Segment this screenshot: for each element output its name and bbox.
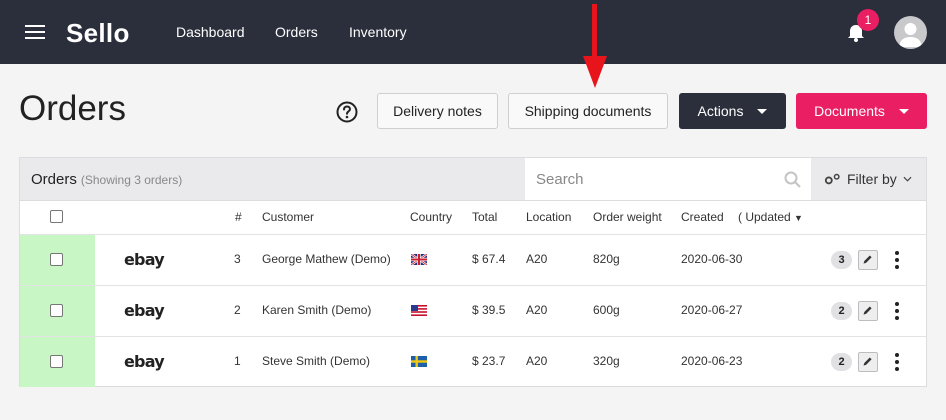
order-total: $ 23.7 — [472, 354, 506, 368]
ebay-logo: ebay — [124, 250, 165, 269]
order-location: A20 — [526, 354, 548, 368]
more-options-icon[interactable] — [895, 301, 899, 321]
orders-panel: Orders(Showing 3 orders) Filter by # Cus… — [19, 157, 927, 387]
nav-orders[interactable]: Orders — [275, 24, 318, 40]
caret-down-icon — [757, 108, 768, 114]
select-all-checkbox[interactable] — [50, 210, 63, 223]
edit-button[interactable] — [858, 250, 878, 270]
pencil-icon — [863, 357, 872, 366]
filter-by-button[interactable]: Filter by — [824, 171, 912, 187]
ebay-logo: ebay — [124, 352, 165, 371]
row-checkbox[interactable] — [50, 304, 63, 317]
column-number[interactable]: # — [235, 210, 242, 224]
order-number: 1 — [234, 354, 241, 368]
gb-flag-icon — [411, 254, 427, 265]
search-icon[interactable] — [784, 171, 801, 188]
column-location[interactable]: Location — [526, 210, 571, 224]
ebay-logo: ebay — [124, 301, 165, 320]
documents-button[interactable]: Documents — [796, 93, 927, 129]
column-total[interactable]: Total — [472, 210, 497, 224]
user-icon — [899, 23, 922, 47]
order-weight: 600g — [593, 303, 620, 317]
notification-badge: 1 — [857, 9, 879, 31]
item-count-badge: 3 — [831, 251, 852, 269]
shipping-documents-label: Shipping documents — [524, 103, 652, 119]
column-updated[interactable]: ( Updated ▼ — [738, 210, 803, 224]
column-order-weight[interactable]: Order weight — [593, 210, 662, 224]
row-checkbox[interactable] — [50, 355, 63, 368]
caret-down-icon — [898, 108, 909, 114]
us-flag-icon — [411, 305, 427, 316]
item-count-badge: 2 — [831, 302, 852, 320]
chevron-down-icon — [903, 176, 912, 182]
help-icon[interactable] — [336, 101, 358, 123]
actions-label: Actions — [697, 103, 744, 119]
row-checkbox[interactable] — [50, 253, 63, 266]
shipping-documents-button[interactable]: Shipping documents — [508, 93, 668, 129]
sort-caret-icon: ▼ — [794, 213, 803, 223]
table-row[interactable]: ebay 2 Karen Smith (Demo) $ 39.5 A20 600… — [20, 285, 926, 336]
order-total: $ 67.4 — [472, 252, 506, 266]
order-number: 3 — [234, 252, 241, 266]
delivery-notes-label: Delivery notes — [393, 103, 482, 119]
order-location: A20 — [526, 252, 548, 266]
delivery-notes-button[interactable]: Delivery notes — [377, 93, 498, 129]
panel-title-text: Orders — [31, 171, 77, 188]
app-logo[interactable]: Sello — [66, 18, 130, 49]
more-options-icon[interactable] — [895, 250, 899, 270]
more-options-icon[interactable] — [895, 352, 899, 372]
customer-name[interactable]: George Mathew (Demo) — [262, 252, 391, 266]
search-input[interactable] — [525, 158, 811, 200]
order-created: 2020-06-30 — [681, 252, 743, 266]
table-row[interactable]: ebay 3 George Mathew (Demo) $ 67.4 A20 8… — [20, 234, 926, 285]
gears-icon — [824, 173, 840, 184]
actions-button[interactable]: Actions — [679, 93, 786, 129]
order-weight: 320g — [593, 354, 620, 368]
order-total: $ 39.5 — [472, 303, 506, 317]
customer-name[interactable]: Karen Smith (Demo) — [262, 303, 371, 317]
table-row[interactable]: ebay 1 Steve Smith (Demo) $ 23.7 A20 320… — [20, 336, 926, 387]
top-bar: Sello Dashboard Orders Inventory 1 — [0, 0, 946, 64]
edit-button[interactable] — [858, 301, 878, 321]
page-title: Orders — [19, 89, 126, 128]
pencil-icon — [863, 255, 872, 264]
panel-subtitle: (Showing 3 orders) — [80, 173, 183, 187]
order-created: 2020-06-27 — [681, 303, 743, 317]
filter-by-label: Filter by — [847, 171, 897, 187]
panel-title: Orders (Showing 3 orders) — [31, 171, 182, 188]
column-created[interactable]: Created — [681, 210, 724, 224]
order-created: 2020-06-23 — [681, 354, 743, 368]
edit-button[interactable] — [858, 352, 878, 372]
order-location: A20 — [526, 303, 548, 317]
item-count-badge: 2 — [831, 353, 852, 371]
se-flag-icon — [411, 356, 427, 367]
column-country[interactable]: Country — [410, 210, 452, 224]
column-updated-label: ( Updated — [738, 210, 791, 224]
hamburger-menu-icon[interactable] — [25, 25, 45, 41]
column-customer[interactable]: Customer — [262, 210, 314, 224]
nav-inventory[interactable]: Inventory — [349, 24, 407, 40]
pencil-icon — [863, 306, 872, 315]
nav-dashboard[interactable]: Dashboard — [176, 24, 245, 40]
documents-label: Documents — [814, 103, 885, 119]
customer-name[interactable]: Steve Smith (Demo) — [262, 354, 370, 368]
order-weight: 820g — [593, 252, 620, 266]
user-avatar[interactable] — [894, 16, 927, 49]
order-number: 2 — [234, 303, 241, 317]
panel-header: Orders(Showing 3 orders) Filter by — [20, 158, 926, 201]
red-arrow-annotation — [583, 4, 607, 88]
